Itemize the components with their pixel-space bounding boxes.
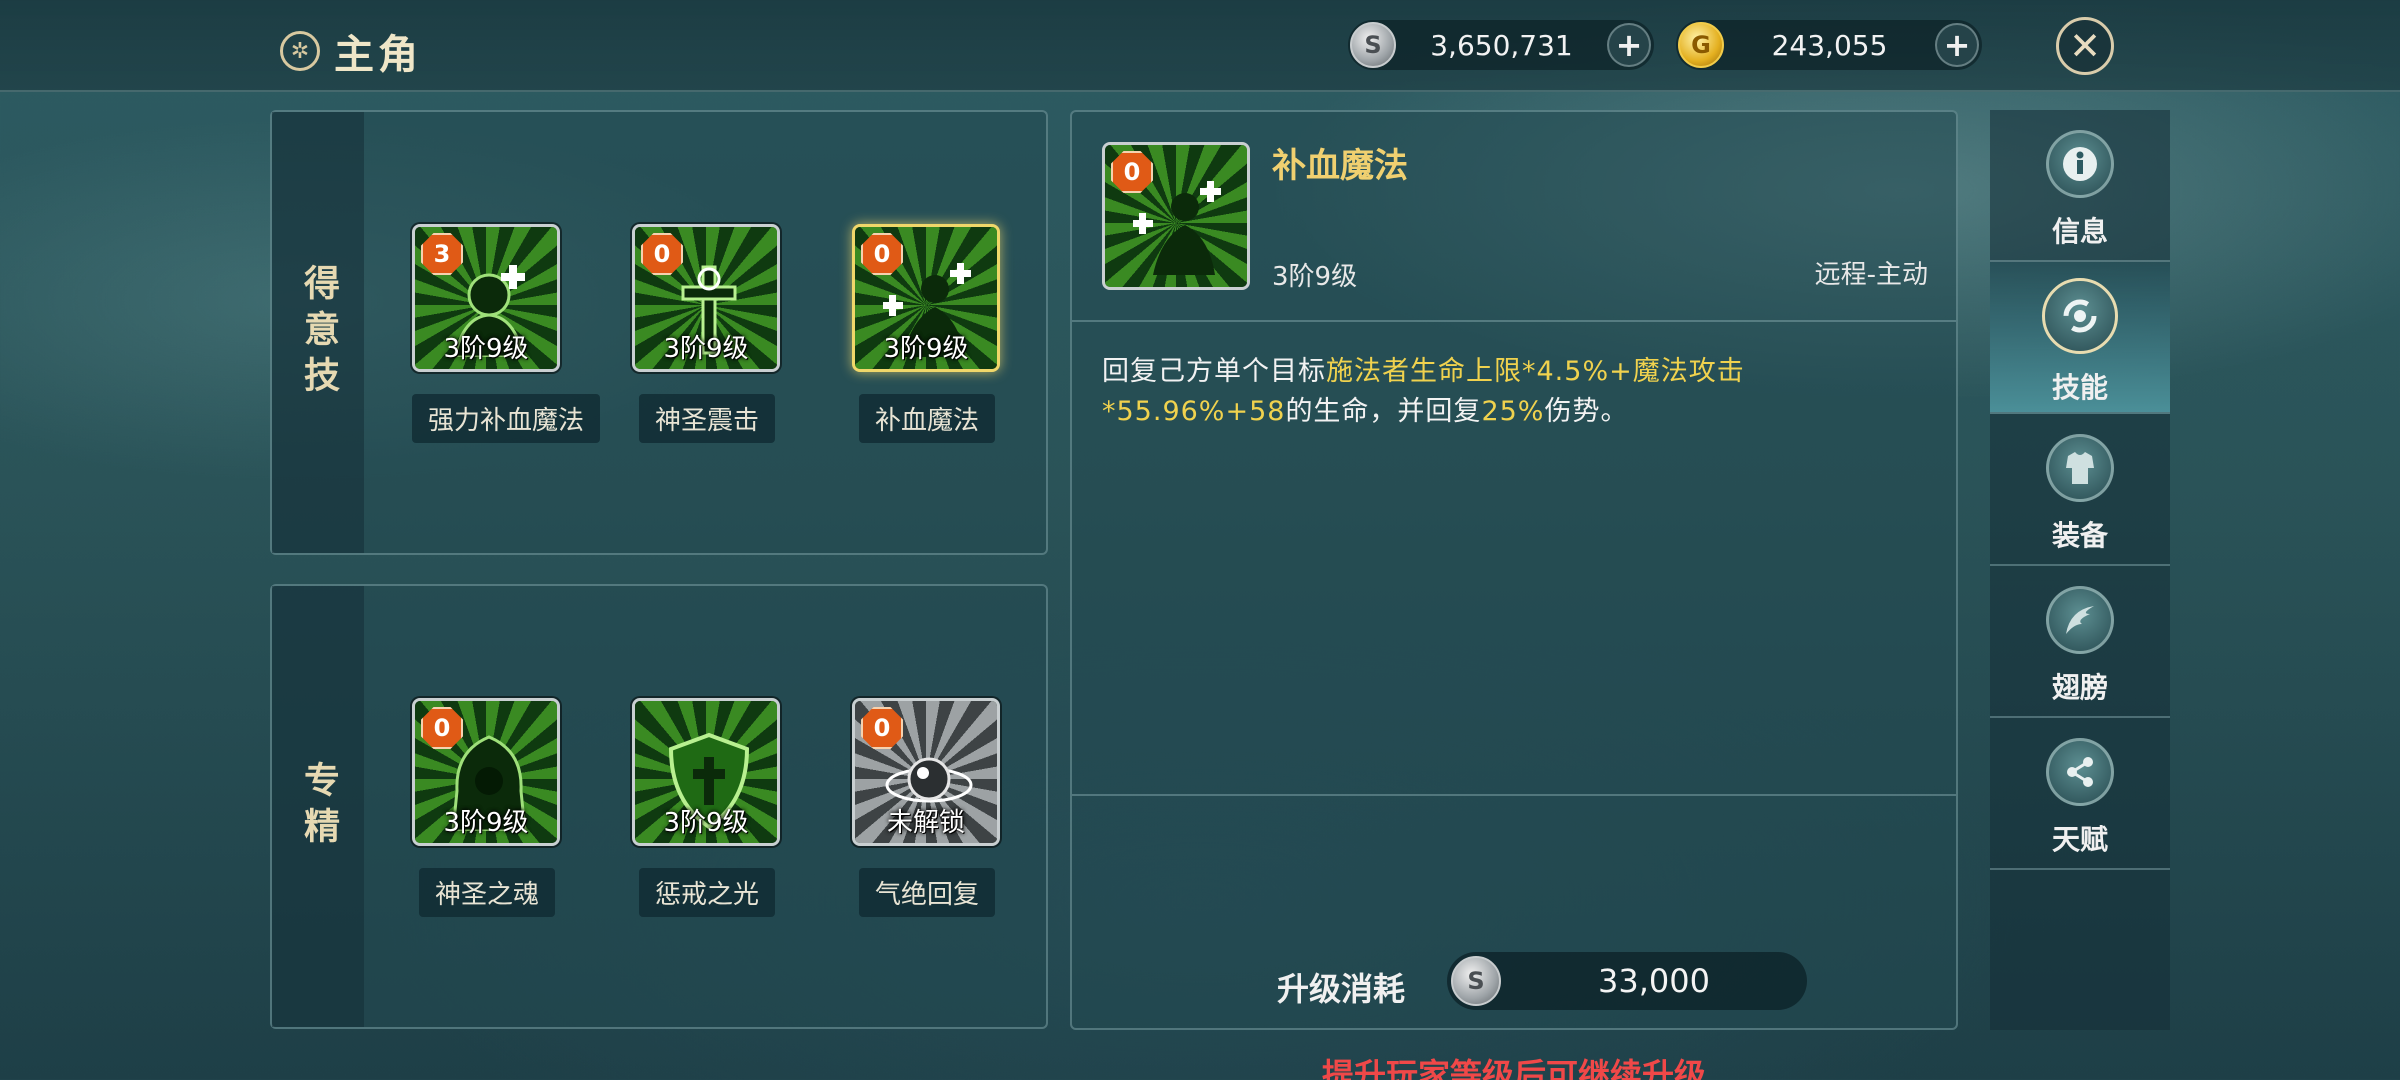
skill-name: 补血魔法 [858,394,995,443]
upgrade-cost-value: 33,000 [1598,962,1710,1000]
holy-soul-icon[interactable]: 0 3阶9级 [412,698,560,846]
skill-level: 3阶9级 [663,334,749,364]
shield-cross-icon[interactable]: 3阶9级 [632,698,780,846]
tab-equipment[interactable]: 装备 [1990,414,2170,566]
skill-name: 气绝回复 [858,868,995,917]
gold-currency: G 243,055 + [1676,20,1982,70]
skill-name: 神圣之魂 [418,868,555,917]
divider [1072,320,1956,322]
tab-label: 技能 [2051,371,2108,404]
title-group: ✲ 主角 [280,22,422,80]
top-bar: ✲ 主角 S 3,650,731 + G 243,055 + ✕ [0,0,2400,92]
add-silver-button[interactable]: + [1607,23,1651,67]
featured-skills-label: 得意技 [272,112,364,553]
gold-coin-icon: G [1678,22,1724,68]
tab-talent[interactable]: 天赋 [1990,718,2170,870]
tab-label: 天赋 [2051,823,2108,856]
skill-badge: 0 [1111,151,1153,193]
heal-hood-icon[interactable]: 3 3阶9级 [412,224,560,372]
skill-name: 强力补血魔法 [412,394,601,443]
orb-ring-icon[interactable]: 0 未解锁 [852,698,1000,846]
tab-skills[interactable]: 技能 [1990,262,2170,414]
skill-slot-strong-heal[interactable]: 3 3阶9级 强力补血魔法 [412,224,601,443]
silver-coin-icon: S [1451,956,1501,1006]
divider [1072,794,1956,796]
skill-level: 3阶9级 [443,808,529,838]
skill-slot-revive[interactable]: 0 未解锁 气绝回复 [852,698,1002,917]
skill-level: 3阶9级 [663,808,749,838]
mastery-panel: 专精 0 3阶9级 神圣之魂 3阶9级 惩戒之光 0 未解锁 气绝回复 [270,584,1048,1029]
tab-label: 信息 [2051,215,2108,248]
skill-lock-status: 未解锁 [886,808,965,838]
info-icon [2046,130,2114,198]
skill-detail-panel: 0 补血魔法 3阶9级 远程-主动 回复己方单个目标施法者生命上限*4.5%+魔… [1070,110,1958,1080]
share-icon [2046,738,2114,806]
tab-info[interactable]: 信息 [1990,110,2170,262]
silver-amount: 3,650,731 [1430,28,1573,62]
silver-currency: S 3,650,731 + [1348,20,1654,70]
upgrade-cost: S 33,000 [1447,952,1807,1010]
tab-wings[interactable]: 翅膀 [1990,566,2170,718]
upgrade-warning: 提升玩家等级后可继续升级 [1321,1056,1706,1080]
add-gold-button[interactable]: + [1935,23,1979,67]
skill-level: 3阶9级 [883,334,969,364]
skill-name: 神圣震击 [638,394,775,443]
skill-name: 惩戒之光 [638,868,775,917]
skill-detail-level: 3阶9级 [1272,262,1358,292]
heal-figure-icon: 0 [1102,142,1250,290]
skill-level: 3阶9级 [443,334,529,364]
skill-detail-type: 远程-主动 [1814,260,1928,290]
tab-label: 翅膀 [2051,671,2108,704]
heal-figure-icon[interactable]: 0 3阶9级 [852,224,1000,372]
holy-cross-icon[interactable]: 0 3阶9级 [632,224,780,372]
featured-skills-panel: 得意技 3 3阶9级 强力补血魔法 0 3阶9级 神圣震击 0 3阶9级 补血魔… [270,110,1048,555]
tab-label: 装备 [2051,519,2108,552]
skill-slot-heal-magic[interactable]: 0 3阶9级 补血魔法 [852,224,1002,443]
silver-coin-icon: S [1350,22,1396,68]
wing-icon [2046,586,2114,654]
skill-description: 回复己方单个目标施法者生命上限*4.5%+魔法攻击*55.96%+58的生命，并… [1102,356,1745,427]
page-title: 主角 [334,32,422,78]
close-button[interactable]: ✕ [2056,17,2114,75]
skill-slot-holy-soul[interactable]: 0 3阶9级 神圣之魂 [412,698,562,917]
skill-slot-holy-shock[interactable]: 0 3阶9级 神圣震击 [632,224,782,443]
side-tab-bar: 信息 技能 装备 翅膀 天赋 [1990,110,2170,1030]
armor-icon [2046,434,2114,502]
skill-detail-name: 补血魔法 [1272,146,1408,186]
gold-amount: 243,055 [1771,28,1888,62]
skill-icon [2042,278,2118,354]
upgrade-cost-label: 升级消耗 [1277,970,1406,1008]
emblem-icon: ✲ [280,31,320,71]
mastery-label: 专精 [272,586,364,1027]
close-icon: ✕ [2069,24,2101,68]
skill-slot-punish-light[interactable]: 3阶9级 惩戒之光 [632,698,782,917]
